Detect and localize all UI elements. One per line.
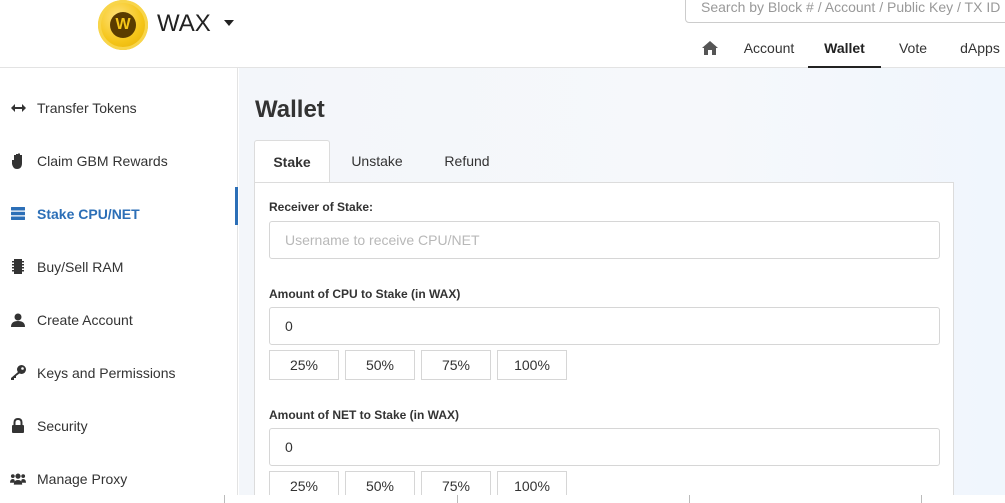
hand-icon [10, 153, 26, 169]
wallet-tabs: Stake Unstake Refund [254, 140, 510, 183]
divider-tick [457, 495, 458, 503]
cpu-75-percent-button[interactable]: 75% [421, 350, 491, 380]
wax-logo[interactable]: W [98, 0, 148, 50]
page-title: Wallet [255, 96, 325, 123]
sidebar-item-stake-cpu-net[interactable]: Stake CPU/NET [0, 187, 238, 240]
chevron-down-icon[interactable] [224, 20, 234, 26]
stake-form-panel: Receiver of Stake: Amount of CPU to Stak… [254, 182, 954, 503]
users-icon [10, 471, 26, 487]
sidebar-item-claim-gbm-rewards[interactable]: Claim GBM Rewards [0, 134, 237, 187]
sidebar-item-label: Stake CPU/NET [37, 205, 140, 222]
sidebar-item-keys-and-permissions[interactable]: Keys and Permissions [0, 346, 237, 399]
sidebar-item-label: Security [37, 417, 88, 434]
nav-vote[interactable]: Vote [881, 30, 945, 68]
server-icon [10, 206, 26, 222]
sidebar-item-label: Buy/Sell RAM [37, 258, 124, 275]
sidebar-item-create-account[interactable]: Create Account [0, 293, 237, 346]
nav-wallet[interactable]: Wallet [808, 30, 881, 68]
footer-divider [0, 495, 1005, 503]
cpu-percent-buttons: 25% 50% 75% 100% [269, 350, 573, 380]
transfer-arrows-icon [10, 100, 26, 116]
cpu-100-percent-button[interactable]: 100% [497, 350, 567, 380]
tab-stake[interactable]: Stake [254, 140, 330, 183]
lock-icon [10, 418, 26, 434]
net-amount-label: Amount of NET to Stake (in WAX) [269, 408, 459, 422]
user-icon [10, 312, 26, 328]
key-icon [10, 365, 26, 381]
sidebar-item-label: Keys and Permissions [37, 364, 176, 381]
main-nav: Account Wallet Vote dApps [690, 30, 1005, 68]
wax-logo-glyph: W [110, 12, 136, 38]
nav-account[interactable]: Account [730, 30, 808, 68]
cpu-amount-label: Amount of CPU to Stake (in WAX) [269, 287, 461, 301]
sidebar-item-buy-sell-ram[interactable]: Buy/Sell RAM [0, 240, 237, 293]
receiver-label: Receiver of Stake: [269, 200, 374, 214]
search-input[interactable] [685, 0, 1005, 23]
nav-dapps[interactable]: dApps [945, 30, 1005, 68]
net-amount-input[interactable] [269, 428, 940, 466]
sidebar: Transfer Tokens Claim GBM Rewards Stake … [0, 68, 238, 503]
brand-name[interactable]: WAX [157, 10, 211, 38]
memory-chip-icon [10, 259, 26, 275]
sidebar-item-label: Create Account [37, 311, 133, 328]
sidebar-item-label: Claim GBM Rewards [37, 152, 168, 169]
top-header: W WAX Account Wallet Vote dApps [0, 0, 1005, 68]
sidebar-item-transfer-tokens[interactable]: Transfer Tokens [0, 81, 237, 134]
tab-refund[interactable]: Refund [424, 140, 510, 183]
divider-tick [224, 495, 225, 503]
home-icon [702, 41, 718, 55]
sidebar-item-label: Transfer Tokens [37, 99, 137, 116]
tab-unstake[interactable]: Unstake [330, 140, 424, 183]
receiver-input[interactable] [269, 221, 940, 259]
sidebar-item-security[interactable]: Security [0, 399, 237, 452]
cpu-amount-input[interactable] [269, 307, 940, 345]
divider-tick [921, 495, 922, 503]
cpu-50-percent-button[interactable]: 50% [345, 350, 415, 380]
main-content: Wallet Stake Unstake Refund Receiver of … [239, 68, 1005, 503]
sidebar-item-label: Manage Proxy [37, 470, 128, 487]
divider-tick [689, 495, 690, 503]
nav-home[interactable] [690, 30, 730, 68]
cpu-25-percent-button[interactable]: 25% [269, 350, 339, 380]
